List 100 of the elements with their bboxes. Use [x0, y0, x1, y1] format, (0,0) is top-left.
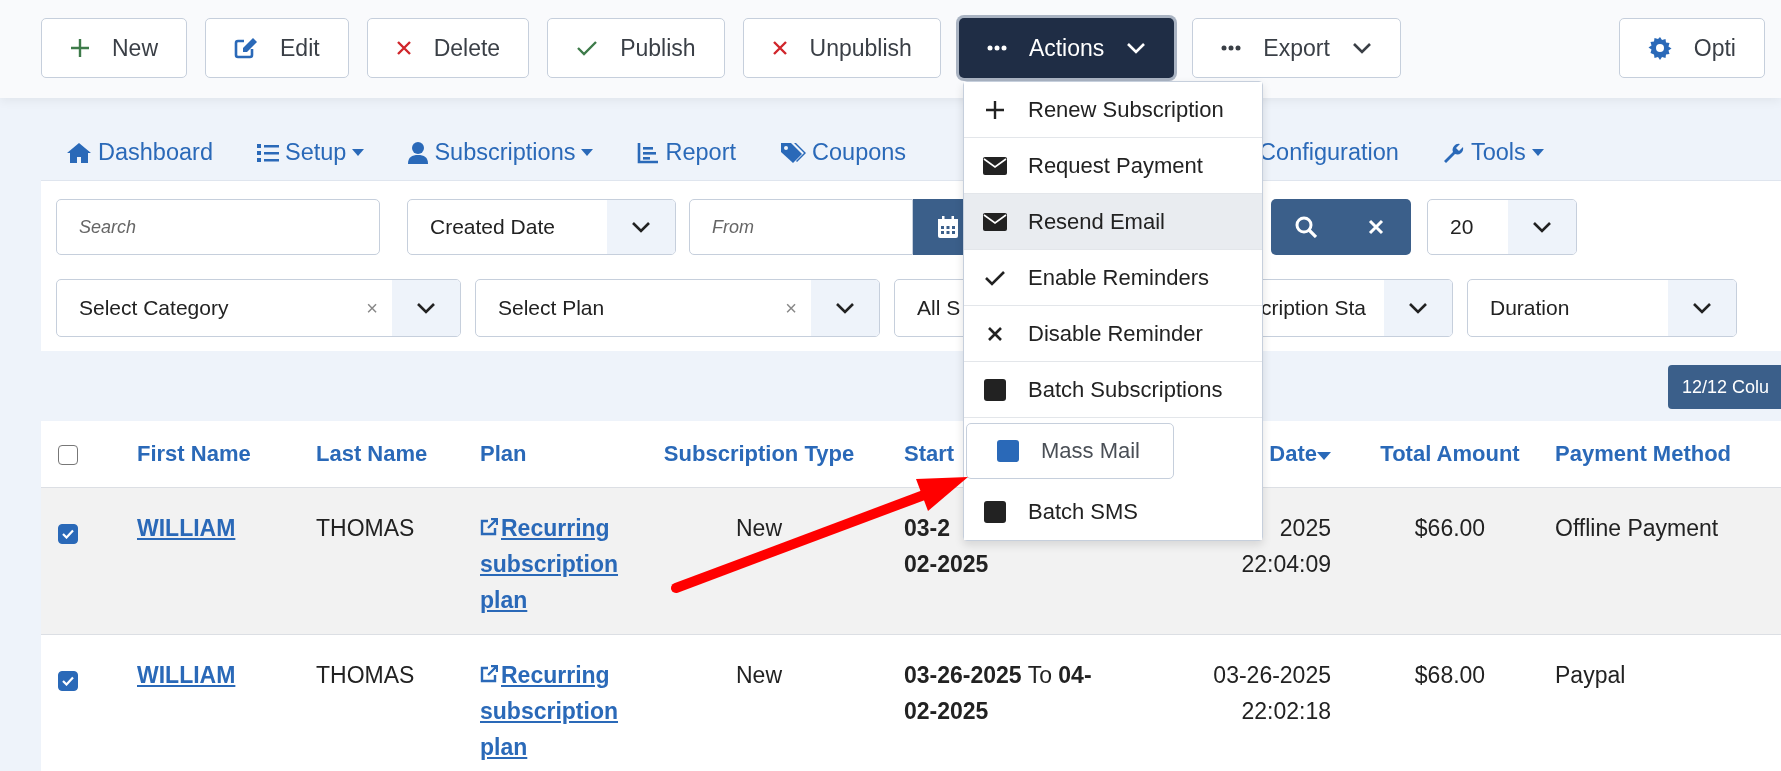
last-name-cell: THOMAS [316, 515, 415, 541]
column-header[interactable]: Total Amount [1380, 441, 1520, 466]
nav-link[interactable]: Setup [256, 139, 365, 166]
amount-cell: $68.00 [1414, 662, 1486, 688]
column-header[interactable]: Date [1269, 441, 1317, 466]
search-icon [1295, 216, 1317, 238]
bar-chart-icon [637, 141, 660, 164]
chevron-down-icon [835, 301, 855, 315]
chevron-down-icon [416, 301, 436, 315]
list-icon [256, 143, 279, 162]
square-icon [984, 378, 1006, 401]
chevron-down-icon [1351, 41, 1372, 55]
filter-select[interactable]: Duration [1467, 279, 1737, 337]
select-all-checkbox[interactable] [58, 445, 78, 466]
chevron-down-icon [1126, 41, 1147, 55]
check-icon [62, 675, 74, 686]
menu-item[interactable]: Batch Subscriptions [964, 362, 1262, 418]
column-header[interactable]: Plan [480, 441, 527, 466]
cross-icon [987, 325, 1003, 342]
start-date-text: 03-2 [904, 514, 951, 543]
actions-button[interactable]: Actions [958, 18, 1175, 78]
clear-icon[interactable]: × [785, 296, 797, 320]
column-header[interactable]: Start [904, 441, 955, 466]
cross-icon [395, 40, 412, 56]
home-icon [66, 141, 92, 164]
payment-method-cell: Paypal [1555, 662, 1626, 688]
square-icon [997, 440, 1019, 462]
external-link-icon [480, 518, 498, 536]
menu-item[interactable]: Request Payment [964, 138, 1262, 194]
per-page-select[interactable]: 20 [1427, 199, 1577, 255]
new-button[interactable]: New [41, 18, 187, 78]
subscription-type-cell: New [736, 662, 782, 688]
calendar-icon [938, 216, 958, 238]
nav-link[interactable]: Coupons [780, 139, 907, 166]
menu-item[interactable]: Mass Mail [966, 423, 1174, 479]
unpublish-button[interactable]: Unpublish [742, 18, 941, 78]
payment-method-cell: Offline Payment [1555, 515, 1719, 541]
search-field[interactable]: Search [56, 199, 380, 255]
options-button[interactable]: Opti [1618, 18, 1765, 78]
created-date-text: 03-26-2025 [1213, 661, 1331, 690]
chevron-down-icon [631, 220, 651, 234]
start-date-text: 02-2025 [904, 550, 989, 579]
envelope-icon [983, 212, 1007, 231]
cross-icon [771, 40, 788, 56]
filter-select[interactable]: Select Category × [56, 279, 461, 337]
column-header[interactable]: Last Name [316, 441, 428, 466]
delete-button[interactable]: Delete [366, 18, 530, 78]
caret-icon [1531, 148, 1544, 157]
filter-select[interactable]: Select Plan × [475, 279, 880, 337]
row-checkbox[interactable] [58, 523, 78, 544]
column-header[interactable]: Payment Method [1555, 441, 1732, 466]
external-link-icon [480, 665, 498, 683]
pencil-square-icon [234, 37, 258, 59]
start-date-text: 03-26-2025 To 04- [904, 661, 1092, 690]
caret-icon [581, 148, 594, 157]
created-date-text: 22:02:18 [1241, 697, 1331, 726]
menu-item[interactable]: Disable Reminder [964, 306, 1262, 362]
nav-link[interactable]: Configuration [1259, 139, 1399, 166]
created-date-text: 22:04:09 [1241, 550, 1331, 579]
first-name-link[interactable]: WILLIAM [137, 515, 236, 541]
close-icon [1368, 219, 1384, 235]
check-icon [984, 269, 1006, 286]
tags-icon [780, 141, 806, 164]
last-name-cell: THOMAS [316, 662, 415, 688]
dropdown-button[interactable]: Export [1192, 18, 1401, 78]
sort-caret-icon[interactable] [1317, 452, 1331, 461]
amount-cell: $66.00 [1414, 515, 1486, 541]
nav-link[interactable]: Report [637, 139, 736, 166]
chevron-down-icon [1408, 301, 1428, 315]
publish-button[interactable]: Publish [547, 18, 725, 78]
menu-item[interactable]: Enable Reminders [964, 250, 1262, 306]
caret-icon [352, 148, 365, 157]
plan-link[interactable]: Recurring subscription plan [480, 657, 630, 765]
square-icon [984, 501, 1006, 523]
row-checkbox[interactable] [58, 670, 78, 691]
plus-icon [70, 38, 90, 58]
menu-item[interactable]: Batch SMS [964, 484, 1262, 540]
created-date-text: 2025 [1279, 514, 1331, 543]
menu-item[interactable]: Renew Subscription [964, 82, 1262, 138]
column-header[interactable]: Subscription Type [663, 441, 855, 466]
nav-link[interactable]: Subscriptions [408, 139, 594, 166]
chevron-down-icon [1692, 301, 1712, 315]
date-field-select[interactable]: Created Date [407, 199, 676, 255]
wrench-icon [1442, 141, 1465, 164]
plus-icon [985, 99, 1005, 120]
edit-button[interactable]: Edit [205, 18, 349, 78]
subscription-type-cell: New [736, 515, 782, 541]
from-date-field[interactable]: From [689, 199, 913, 255]
nav-link[interactable]: Tools [1442, 139, 1544, 166]
menu-item[interactable]: Resend Email [964, 194, 1262, 250]
ellipsis-icon [1221, 45, 1242, 51]
start-date-text: 02-2025 [904, 697, 989, 726]
column-header[interactable]: First Name [137, 441, 251, 466]
check-icon [62, 528, 74, 539]
envelope-icon [983, 156, 1007, 175]
first-name-link[interactable]: WILLIAM [137, 662, 236, 688]
columns-button[interactable]: 12/12 Colu [1668, 365, 1781, 409]
clear-icon[interactable]: × [366, 296, 378, 320]
ellipsis-icon [986, 45, 1007, 51]
nav-link[interactable]: Dashboard [66, 139, 213, 166]
